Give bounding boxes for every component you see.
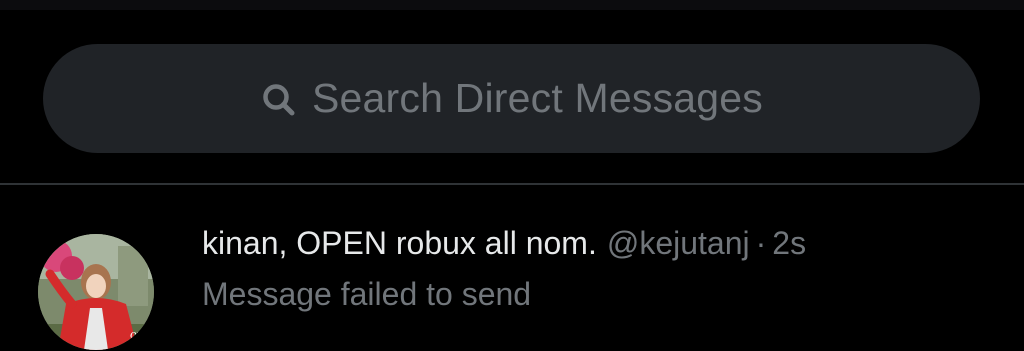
display-name: kinan, OPEN robux all nom. <box>202 225 597 261</box>
avatar[interactable]: ovi <box>38 234 154 350</box>
svg-text:ovi: ovi <box>130 328 146 341</box>
search-placeholder: Search Direct Messages <box>311 75 764 121</box>
timestamp: 2s <box>772 225 807 261</box>
user-handle: @kejutanj <box>606 225 750 261</box>
conversation-header: kinan, OPEN robux all nom. @kejutanj · 2s <box>202 224 1002 262</box>
search-direct-messages-bar[interactable]: Search Direct Messages <box>43 44 980 153</box>
message-preview: Message failed to send <box>202 276 532 312</box>
dm-inbox-page: Search Direct Messages ovi kinan, OPEN r… <box>0 0 1024 351</box>
divider <box>0 183 1024 185</box>
search-icon <box>260 81 298 119</box>
separator-dot: · <box>755 225 767 261</box>
conversation-text: kinan, OPEN robux all nom. @kejutanj · 2s M… <box>202 224 1002 313</box>
conversation-row[interactable]: ovi kinan, OPEN robux all nom. @kejutanj ·… <box>0 186 1024 351</box>
top-bar-strip <box>0 0 1024 10</box>
